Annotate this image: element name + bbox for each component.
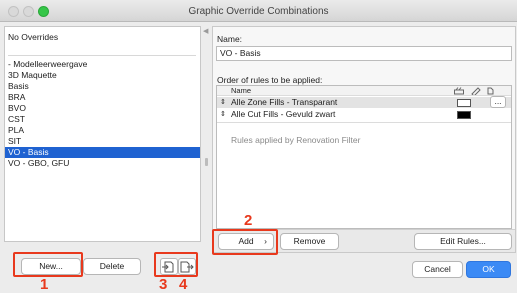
combinations-list[interactable]: No Overrides - Modelleerweergave 3D Maqu… xyxy=(4,26,201,242)
annotation-number-4: 4 xyxy=(179,276,188,293)
name-label: Name: xyxy=(217,34,243,44)
annotation-box-1 xyxy=(13,252,83,277)
remove-button[interactable]: Remove xyxy=(280,233,339,250)
name-field[interactable]: VO - Basis xyxy=(216,46,512,61)
list-item[interactable]: Basis xyxy=(5,81,200,92)
rule-name: Alle Zone Fills - Transparant xyxy=(231,97,338,107)
collapse-arrow-icon[interactable]: ◀ xyxy=(203,27,209,37)
list-item[interactable]: - Modelleerweergave xyxy=(5,59,200,70)
list-item-selected[interactable]: VO - Basis xyxy=(5,147,200,158)
background-color-icon xyxy=(487,87,494,95)
drag-handle-icon[interactable]: ⇕ xyxy=(220,109,226,120)
annotation-box-2 xyxy=(212,229,278,255)
more-options-button[interactable]: ... xyxy=(490,96,506,108)
edit-rules-button[interactable]: Edit Rules... xyxy=(414,233,512,250)
rules-divider xyxy=(217,122,511,123)
rule-name: Alle Cut Fills - Gevuld zwart xyxy=(231,109,336,119)
delete-button[interactable]: Delete xyxy=(83,258,141,275)
annotation-number-2: 2 xyxy=(244,212,253,229)
list-item[interactable]: CST xyxy=(5,114,200,125)
annotation-box-3-4 xyxy=(154,252,198,277)
rules-table-header: Name xyxy=(217,86,511,96)
rule-swatch-black xyxy=(457,111,471,119)
fill-pattern-icon xyxy=(454,87,464,95)
window-title: Graphic Override Combinations xyxy=(188,6,329,17)
list-item-no-overrides[interactable]: No Overrides xyxy=(5,32,200,43)
list-item[interactable]: 3D Maquette xyxy=(5,70,200,81)
drag-handle-icon[interactable]: ⇕ xyxy=(220,97,226,108)
rule-row[interactable]: ⇕ Alle Cut Fills - Gevuld zwart xyxy=(217,109,511,120)
list-item[interactable]: PLA xyxy=(5,125,200,136)
list-item[interactable]: VO - GBO, GFU xyxy=(5,158,200,169)
list-item[interactable]: SIT xyxy=(5,136,200,147)
column-name-header: Name xyxy=(231,86,252,95)
splitter-handle[interactable] xyxy=(205,158,208,166)
list-item[interactable]: BVO xyxy=(5,103,200,114)
list-item[interactable]: BRA xyxy=(5,92,200,103)
annotation-number-1: 1 xyxy=(40,276,49,293)
rules-label: Order of rules to be applied: xyxy=(217,75,323,85)
annotation-number-3: 3 xyxy=(159,276,168,293)
cancel-button[interactable]: Cancel xyxy=(412,261,463,278)
ok-button[interactable]: OK xyxy=(466,261,511,278)
rule-row-selected[interactable]: ⇕ Alle Zone Fills - Transparant ... xyxy=(217,96,511,108)
list-separator xyxy=(8,55,196,56)
pen-color-icon xyxy=(471,87,481,95)
rule-swatch-white xyxy=(457,99,471,107)
renovation-filter-note: Rules applied by Renovation Filter xyxy=(231,135,361,145)
